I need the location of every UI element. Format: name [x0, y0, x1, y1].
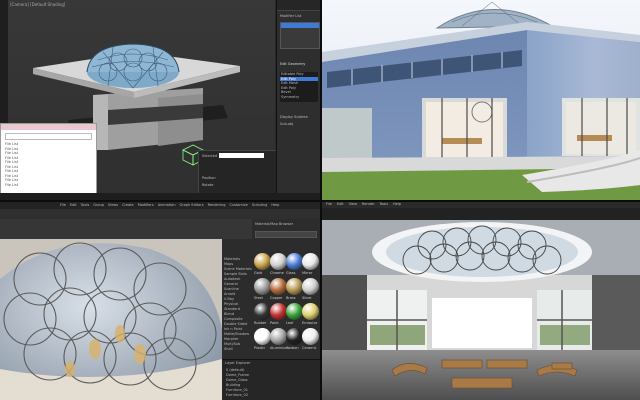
material-swatch-label: Silver: [302, 296, 312, 300]
material-swatch[interactable]: [270, 303, 287, 320]
material-swatch-label: Copper: [270, 296, 283, 300]
layer-explorer[interactable]: Layer Explorer 0 (default) Dome_Frame Dome…: [222, 359, 320, 400]
material-swatch[interactable]: [302, 278, 319, 295]
material-swatch-label: Mirror: [302, 271, 313, 275]
dialog-row[interactable]: File List: [5, 169, 18, 174]
material-swatch[interactable]: [254, 328, 271, 345]
menu-item[interactable]: Views: [108, 203, 118, 207]
material-swatch[interactable]: [270, 278, 287, 295]
modifier-stack[interactable]: [280, 22, 320, 49]
render-menu-item[interactable]: File: [326, 202, 332, 206]
dialog-row[interactable]: File List: [5, 151, 18, 156]
material-swatch-label: Glass: [286, 271, 296, 275]
menu-item[interactable]: Group: [93, 203, 104, 207]
edit-geometry-label: Edit Geometry: [280, 62, 306, 66]
material-category[interactable]: Shell: [224, 347, 252, 352]
material-swatch-label: Paint: [270, 321, 279, 325]
script-dialog[interactable]: File List File List File List File List File…: [0, 123, 97, 197]
material-swatch[interactable]: [302, 303, 319, 320]
material-swatch-label: Leaf: [286, 321, 294, 325]
sub-obj-label: Sub-obj: [280, 122, 294, 126]
material-search-input[interactable]: [255, 231, 317, 238]
material-swatch[interactable]: [286, 278, 303, 295]
menu-item[interactable]: Tools: [81, 203, 90, 207]
layer-explorer-title: Layer Explorer: [225, 361, 251, 365]
viewport-top-left[interactable]: [Camera] [Default Shading] File List Fil…: [0, 0, 320, 200]
material-swatch[interactable]: [254, 303, 271, 320]
render-menu-item[interactable]: Render: [362, 202, 374, 206]
status-bar: [0, 193, 320, 200]
menu-item[interactable]: Create: [122, 203, 134, 207]
menu-item[interactable]: Scripting: [252, 203, 268, 207]
modifier-list-item[interactable]: Symmetry: [280, 95, 318, 100]
render-menu-item[interactable]: Help: [393, 202, 401, 206]
menu-item[interactable]: Rendering: [208, 203, 226, 207]
material-swatch[interactable]: [302, 328, 319, 345]
material-swatch[interactable]: [286, 303, 303, 320]
menu-item[interactable]: Modifiers: [138, 203, 154, 207]
position-label: Position: [202, 176, 216, 180]
display-subtree-label: Display Subtree: [280, 115, 308, 119]
rename-label: Selected: [202, 154, 218, 158]
modifier-list-header[interactable]: Modifier List: [280, 14, 301, 19]
material-swatch-label: Rubber: [254, 321, 267, 325]
material-browser[interactable]: Material/Map Browser Gold Chrome Glass Mirr…: [252, 219, 320, 359]
menu-item[interactable]: Customize: [229, 203, 247, 207]
material-swatch[interactable]: [302, 253, 319, 270]
scene-list-panel[interactable]: Materials Maps Scene Materials Sample Slots…: [222, 239, 253, 359]
rename-field[interactable]: [219, 153, 264, 158]
menu-item[interactable]: Animation: [158, 203, 176, 207]
material-swatch-label: Carbon: [286, 346, 299, 350]
menu-item[interactable]: Graph Editors: [180, 203, 204, 207]
material-swatch[interactable]: [286, 328, 303, 345]
material-swatch-label: Chrome: [270, 271, 284, 275]
dialog-row[interactable]: File List: [5, 178, 18, 183]
menu-item[interactable]: File: [60, 203, 66, 207]
divider-horizontal: [0, 200, 640, 202]
dialog-row[interactable]: File List: [5, 160, 18, 165]
rotate-label: Rotate: [202, 183, 214, 187]
material-swatch-label: Plastic: [254, 346, 266, 350]
render-menu-item[interactable]: Tools: [379, 202, 388, 206]
render-exterior: [322, 0, 640, 200]
render-menu-item[interactable]: View: [349, 202, 357, 206]
material-swatch-label: Gold: [254, 271, 263, 275]
menu-item[interactable]: Help: [271, 203, 279, 207]
menu-item[interactable]: Edit: [70, 203, 77, 207]
dialog-row[interactable]: File List: [5, 142, 18, 147]
material-browser-title: Material/Map Browser: [255, 222, 294, 226]
layer-row[interactable]: Furniture_02: [226, 393, 249, 398]
dialog-row[interactable]: File List: [5, 183, 18, 188]
command-tabs[interactable]: [277, 0, 320, 11]
command-panel[interactable]: Modifier List Edit Geometry Editable Pol…: [276, 0, 320, 200]
rename-panel[interactable]: Selected Position Rotate: [198, 150, 280, 194]
material-swatch-label: Ceramic: [302, 346, 317, 350]
exterior-scene: [322, 0, 640, 200]
modifier-list[interactable]: Editable Poly Edit Poly Edit Mesh Edit Poly…: [280, 72, 318, 102]
render-menu-item[interactable]: Edit: [337, 202, 344, 206]
material-swatch[interactable]: [270, 328, 287, 345]
material-swatch[interactable]: [254, 253, 271, 270]
dialog-title-bar: [1, 124, 96, 130]
viewport-bottom-left[interactable]: File Edit Tools Group Views Create Modifiers An…: [0, 202, 320, 400]
active-modifier[interactable]: [281, 23, 319, 28]
interior-scene: [322, 220, 640, 400]
main-menu-bar[interactable]: File Edit Tools Group Views Create Modifiers An…: [0, 202, 320, 209]
dome-closeup-render: [0, 239, 222, 400]
material-swatch-label: Steel: [254, 296, 263, 300]
material-swatch[interactable]: [286, 253, 303, 270]
material-swatch[interactable]: [270, 253, 287, 270]
perspective-viewport[interactable]: [Camera] [Default Shading] File List Fil…: [0, 0, 280, 197]
material-swatch-label: Brass: [286, 296, 296, 300]
material-swatch[interactable]: [254, 278, 271, 295]
render-interior: File Edit View Render Tools Help: [322, 202, 640, 400]
material-swatch-label: Emissive: [302, 321, 318, 325]
dialog-field[interactable]: [5, 133, 92, 140]
render-window-toolbar[interactable]: [322, 208, 640, 220]
